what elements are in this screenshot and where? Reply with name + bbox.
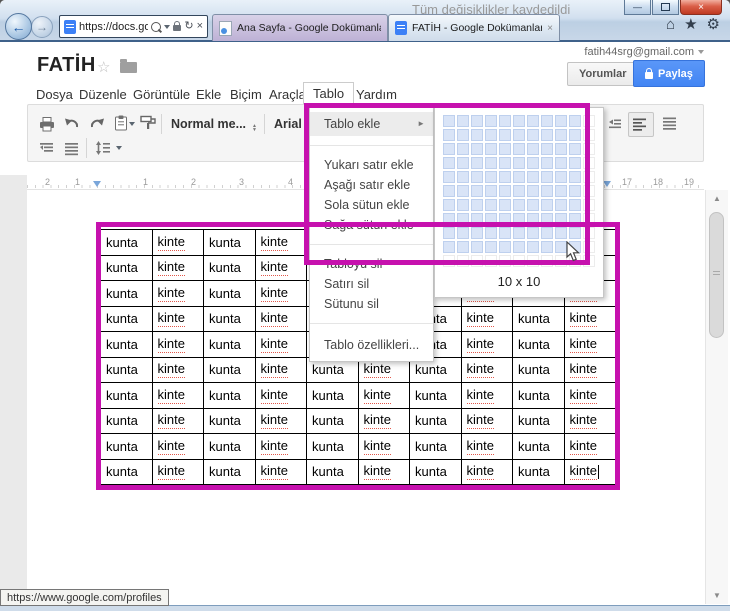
styles-value: Normal me... [171,117,246,131]
minimize-button[interactable]: — [624,0,651,15]
ruler-number: 18 [653,177,663,187]
ruler-number: 4 [288,177,293,187]
maximize-icon [661,3,670,11]
folder-icon[interactable] [120,62,137,73]
account-email: fatih44srg@gmail.com [584,46,694,58]
tab-ana-sayfa[interactable]: Ana Sayfa - Google Dokümanlar [212,14,388,41]
annotation-box-table [96,222,620,490]
search-icon[interactable] [151,22,161,32]
menubar-item-yardım[interactable]: Yardım [356,87,397,102]
browser-chrome: — × ← → https://docs.goo... ↻ × Ana Sayf… [0,0,730,42]
styles-dropdown[interactable]: Normal me...▲▼ [171,117,257,132]
share-label: Paylaş [658,68,693,80]
tab-label: FATİH - Google Dokümanlar [412,22,542,34]
docs-favicon-icon [64,20,76,34]
chevron-down-icon[interactable] [164,25,170,29]
font-dropdown[interactable]: Arial [274,117,302,131]
paste-clipboard-icon[interactable] [112,114,130,132]
url-text[interactable]: https://docs.goo... [79,21,148,33]
account-menu[interactable]: fatih44srg@gmail.com [584,46,704,58]
chevron-down-icon[interactable] [129,122,135,126]
left-margin-marker[interactable] [93,181,101,187]
redo-icon[interactable] [88,115,106,133]
home-icon[interactable]: ⌂ [666,17,675,32]
right-margin-marker[interactable] [603,181,611,187]
close-button[interactable]: × [680,0,722,15]
favorites-star-icon[interactable]: ★ [684,17,697,32]
toolbar-separator [264,114,265,134]
print-icon[interactable] [38,115,56,133]
lock-icon [173,25,181,31]
ruler-number: 17 [622,177,632,187]
chevron-down-icon[interactable] [116,146,122,150]
status-link-tooltip: https://www.google.com/profiles [0,589,169,606]
address-bar[interactable]: https://docs.goo... ↻ × [59,15,208,38]
settings-gear-icon[interactable]: ⚙ [707,17,720,32]
window-controls: — × [623,0,722,15]
document-title[interactable]: FATİH [37,54,96,77]
ruler-number: 2 [191,177,196,187]
lock-icon [645,72,653,79]
undo-icon[interactable] [63,115,81,133]
ruler-number: 3 [239,177,244,187]
stop-icon[interactable]: × [197,21,203,32]
star-document-icon[interactable]: ☆ [97,58,110,76]
refresh-icon[interactable]: ↻ [184,21,193,32]
menubar-item-tablo[interactable]: Tablo [303,82,354,105]
tab-close-icon[interactable]: × [547,23,553,34]
ruler-number: 2 [45,177,50,187]
vertical-scrollbar[interactable]: ▲ ▼ [705,190,728,604]
scrollbar-thumb[interactable] [709,212,724,338]
indent-increase-icon[interactable] [63,139,81,157]
menubar-item-düzenle[interactable]: Düzenle [79,87,127,102]
ruler-number: 19 [684,177,694,187]
scroll-up-icon[interactable]: ▲ [706,194,728,203]
browser-window: — × ← → https://docs.goo... ↻ × Ana Sayf… [0,0,730,611]
page-margin-strip [0,175,27,605]
scroll-down-icon[interactable]: ▼ [706,591,728,600]
list-icon[interactable] [606,115,624,133]
line-spacing-icon[interactable] [94,139,112,157]
forward-button[interactable]: → [31,16,53,38]
toolbar-separator [161,114,162,134]
back-button[interactable]: ← [5,13,32,40]
mouse-cursor-icon [566,241,582,263]
thumb-grip-icon [713,271,720,277]
align-left-button[interactable] [628,112,654,137]
indent-decrease-icon[interactable] [38,139,56,157]
align-justify-icon[interactable] [661,114,679,132]
tab-label: Ana Sayfa - Google Dokümanlar [237,22,381,34]
paint-format-icon[interactable] [139,114,157,132]
align-left-icon [631,115,649,133]
menubar-item-dosya[interactable]: Dosya [36,87,73,102]
menubar-item-biçim[interactable]: Biçim [230,87,262,102]
chevron-down-icon [698,50,704,54]
menubar-item-ekle[interactable]: Ekle [196,87,221,102]
ruler-number: 1 [143,177,148,187]
toolbar-separator [86,138,87,158]
maximize-button[interactable] [652,0,679,15]
comments-button[interactable]: Yorumlar [567,62,638,86]
docs-favicon-icon [395,21,407,35]
menu-bar: DosyaDüzenleGörüntüleEkleBiçimAraçlarTab… [0,85,730,105]
ruler-number: 1 [75,177,80,187]
share-button[interactable]: Paylaş [633,60,705,87]
tab-fatih[interactable]: FATİH - Google Dokümanlar × [388,14,560,41]
menubar-item-görüntüle[interactable]: Görüntüle [133,87,190,102]
home-page-favicon-icon [219,21,232,36]
